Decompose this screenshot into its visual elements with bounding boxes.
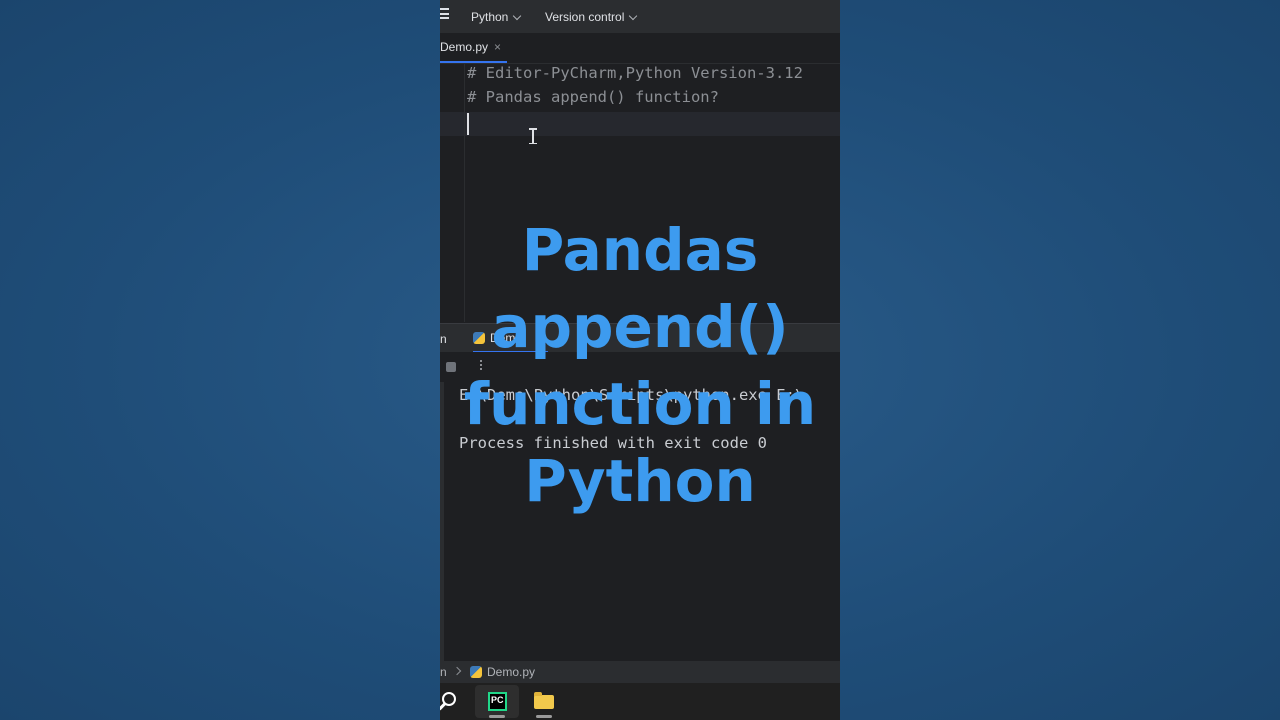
chevron-right-icon — [452, 666, 462, 676]
close-icon[interactable]: × — [494, 40, 501, 54]
main-toolbar: Python Version control — [440, 0, 840, 33]
breadcrumb-file-label: Demo.py — [487, 665, 536, 679]
project-dropdown-label: Python — [471, 10, 509, 24]
search-icon[interactable] — [442, 692, 456, 706]
code-line-2[interactable]: # Pandas append() function? — [467, 88, 719, 106]
python-file-icon — [470, 666, 482, 678]
tab-label: Demo.py — [440, 40, 489, 54]
overlay-line-2: append() — [491, 293, 789, 361]
tab-demo-py[interactable]: Demo.py × — [440, 33, 508, 63]
chevron-down-icon — [629, 11, 638, 20]
overlay-line-1: Pandas — [521, 216, 759, 284]
active-indicator — [536, 715, 552, 718]
active-indicator — [489, 715, 505, 718]
breadcrumb-file[interactable]: Demo.py — [470, 665, 535, 679]
taskbar-file-explorer[interactable] — [522, 685, 566, 718]
hamburger-icon[interactable] — [440, 8, 449, 19]
status-bar: n Demo.py — [440, 661, 840, 683]
taskbar-pycharm[interactable]: PC — [475, 685, 519, 718]
vcs-dropdown[interactable]: Version control — [545, 10, 638, 24]
editor-tabbar: Demo.py × — [440, 33, 840, 64]
windows-taskbar: PC — [440, 683, 840, 720]
ibeam-cursor-icon — [529, 128, 537, 144]
text-caret — [467, 113, 469, 135]
code-line-1[interactable]: # Editor-PyCharm,Python Version-3.12 — [467, 64, 803, 82]
vcs-dropdown-label: Version control — [545, 10, 625, 24]
pycharm-icon: PC — [488, 692, 507, 711]
overlay-line-3: function in — [463, 370, 817, 438]
overlay-line-4: Python — [524, 447, 756, 515]
chevron-down-icon — [513, 11, 522, 20]
folder-icon — [534, 692, 554, 709]
breadcrumb-root[interactable]: n — [440, 665, 447, 679]
project-dropdown[interactable]: Python — [471, 10, 522, 24]
video-title-overlay: Pandas append() function in Python — [440, 212, 840, 520]
